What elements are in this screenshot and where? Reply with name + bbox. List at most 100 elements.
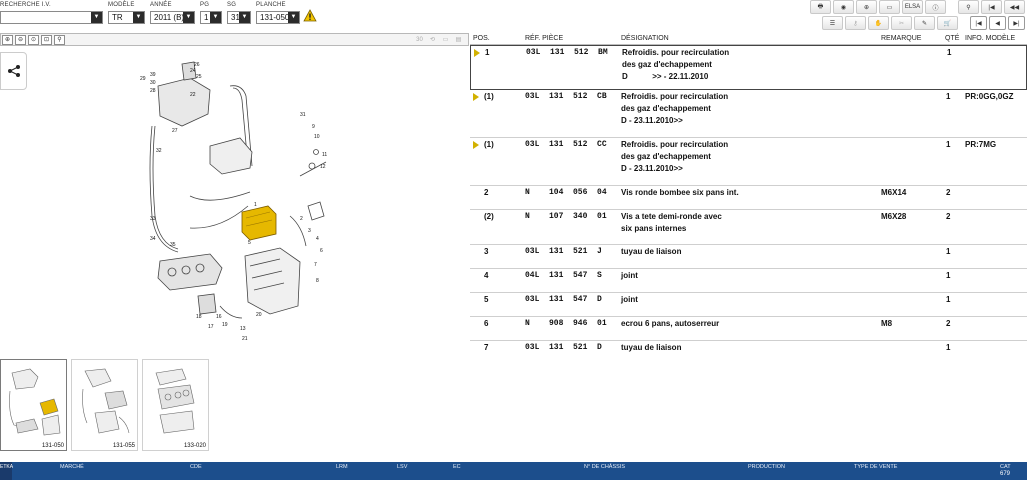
row-ref: 03L 131 512 BM — [526, 48, 608, 57]
expand-arrow-icon[interactable] — [474, 49, 480, 57]
col-remarque[interactable]: REMARQUE — [881, 33, 921, 45]
cart-button[interactable]: 🛒 — [937, 16, 958, 30]
previous-record-icon: ◀ — [995, 20, 1000, 27]
chevron-down-icon[interactable]: ▼ — [183, 12, 194, 23]
thumbnail-131-055[interactable]: 131-055 — [71, 359, 138, 451]
pin-icon: ⚲ — [966, 4, 971, 11]
zoom-in-icon[interactable]: ⊕ — [2, 35, 13, 45]
thumbnail-131-050[interactable]: 131-050 — [0, 359, 67, 451]
row-pos: 4 — [484, 271, 489, 280]
annee-dropdown[interactable]: 2011 (B) ▼ — [150, 11, 195, 24]
sg-selector[interactable]: SG 31 ▼ — [227, 2, 251, 24]
cart-icon: 🛒 — [943, 20, 952, 27]
annee-label: ANNÉE — [150, 2, 172, 8]
svg-text:34: 34 — [150, 236, 156, 242]
zoom-out-icon[interactable]: ⊖ — [15, 35, 26, 45]
parts-table-header: POS. RÉF. PIÈCE DÉSIGNATION REMARQUE QTÉ… — [470, 33, 1027, 45]
row-ref: N 908 946 01 — [525, 319, 607, 328]
svg-text:10: 10 — [314, 134, 320, 140]
row-designation-line: Vis ronde bombee six pans int. — [621, 188, 739, 197]
table-row[interactable]: 2 N 104 056 04 Vis ronde bombee six pans i… — [470, 186, 1027, 210]
planche-dropdown[interactable]: 131-050 ▼ — [256, 11, 300, 24]
car-button[interactable]: ▭ — [879, 0, 900, 14]
row-qte: 1 — [946, 92, 951, 101]
modele-dropdown[interactable]: TR ▼ — [108, 11, 145, 24]
row-pos: 7 — [484, 343, 489, 352]
svg-text:39: 39 — [150, 72, 156, 78]
list-button[interactable]: ☰ — [822, 16, 843, 30]
camera-button[interactable]: ◉ — [833, 0, 854, 14]
row-ref: 03L 131 521 J — [525, 247, 602, 256]
table-row[interactable]: (1) 03L 131 512 CC Refroidis. pour recircu… — [470, 138, 1027, 186]
chevron-down-icon[interactable]: ▼ — [288, 12, 299, 23]
search-icon[interactable]: ⚲ — [54, 35, 65, 45]
pg-dropdown[interactable]: 1 ▼ — [200, 11, 222, 24]
print-button[interactable]: 🖶 — [810, 0, 831, 14]
zoom-fit-icon[interactable]: ⊙ — [28, 35, 39, 45]
table-row[interactable]: 7 03L 131 521 D tuyau de liaison 1 — [470, 341, 1027, 357]
recherche-selector[interactable]: RECHERCHE I.V. ▼ — [0, 2, 103, 24]
status-label: TYPE DE VENTE — [854, 464, 898, 470]
zoom-area-icon[interactable]: ⊡ — [41, 35, 52, 45]
annee-selector[interactable]: ANNÉE 2011 (B) ▼ — [150, 2, 195, 24]
cart-add-icon: ⊕ — [863, 4, 870, 11]
rotate-icon[interactable]: ⟲ — [427, 35, 438, 45]
row-ref: 03L 131 547 D — [525, 295, 602, 304]
row-qte: 1 — [946, 295, 951, 304]
col-qte[interactable]: QTÉ — [945, 33, 959, 45]
svg-text:35: 35 — [170, 242, 176, 248]
car-icon: ▭ — [886, 4, 893, 11]
row-qte: 1 — [947, 48, 952, 57]
chevron-down-icon[interactable]: ▼ — [239, 12, 250, 23]
modele-selector[interactable]: MODÈLE TR ▼ — [108, 2, 145, 24]
planche-selector[interactable]: PLANCHE 131-050 ▼ — [256, 2, 300, 24]
first-page-button[interactable]: |◀ — [981, 0, 1002, 14]
table-row[interactable]: 5 03L 131 547 D joint 1 — [470, 293, 1027, 317]
table-row[interactable]: (1) 03L 131 512 CB Refroidis. pour recircu… — [470, 90, 1027, 138]
info-button[interactable]: ⓘ — [925, 0, 946, 14]
col-info[interactable]: INFO. MODÈLE — [965, 33, 1015, 45]
col-pos[interactable]: POS. — [473, 33, 490, 45]
chevron-down-icon[interactable]: ▼ — [133, 12, 144, 23]
table-row[interactable]: (2) N 107 340 01 Vis a tete demi-ronde ave… — [470, 210, 1027, 245]
elsa-button[interactable]: ELSA — [902, 0, 923, 14]
pin-button[interactable]: ⚲ — [958, 0, 979, 14]
svg-text:9: 9 — [312, 124, 315, 130]
share-button[interactable] — [0, 52, 27, 90]
table-row[interactable]: 1 03L 131 512 BM Refroidis. pour recircula… — [470, 45, 1027, 90]
exploded-parts-diagram[interactable]: 39293028 26242522 27323334 35 512 3467 83… — [130, 56, 340, 346]
hand-button[interactable]: ✋ — [868, 16, 889, 30]
chevron-down-icon[interactable]: ▼ — [210, 12, 221, 23]
expand-arrow-icon[interactable] — [473, 141, 479, 149]
row-qte: 1 — [946, 343, 951, 352]
svg-text:3: 3 — [308, 228, 311, 234]
cart-add-button[interactable]: ⊕ — [856, 0, 877, 14]
chevron-down-icon[interactable]: ▼ — [91, 12, 102, 23]
print-drawing-icon[interactable]: ▤ — [453, 35, 464, 45]
key-button[interactable]: ⚷ — [845, 16, 866, 30]
table-row[interactable]: 4 04L 131 547 S joint 1 — [470, 269, 1027, 293]
pg-selector[interactable]: PG 1 ▼ — [200, 2, 222, 24]
svg-text:25: 25 — [196, 74, 202, 80]
table-row[interactable]: 6 N 908 946 01 ecrou 6 pans, autoserreur M8… — [470, 317, 1027, 341]
svg-text:19: 19 — [222, 322, 228, 328]
previous-page-button[interactable]: ◀◀ — [1004, 0, 1025, 14]
expand-arrow-icon[interactable] — [473, 93, 479, 101]
next-record-icon: ▶| — [1013, 20, 1020, 27]
previous-record-button[interactable]: ◀ — [989, 16, 1006, 30]
thumbnail-133-020[interactable]: 133-020 — [142, 359, 209, 451]
fit-page-icon[interactable]: ▭ — [440, 35, 451, 45]
notes-button[interactable]: ✎ — [914, 16, 935, 30]
warning-icon[interactable] — [303, 9, 317, 22]
tools-button[interactable]: ✂ — [891, 16, 912, 30]
recherche-input[interactable]: ▼ — [0, 11, 103, 24]
zoom-counter: 30 — [416, 37, 423, 43]
sg-dropdown[interactable]: 31 ▼ — [227, 11, 251, 24]
first-record-button[interactable]: |◀ — [970, 16, 987, 30]
col-designation[interactable]: DÉSIGNATION — [621, 33, 669, 45]
svg-text:16: 16 — [216, 314, 222, 320]
next-record-button[interactable]: ▶| — [1008, 16, 1025, 30]
col-ref[interactable]: RÉF. PIÈCE — [525, 33, 563, 45]
table-row[interactable]: 3 03L 131 521 J tuyau de liaison 1 — [470, 245, 1027, 269]
row-designation-line: D >> - 22.11.2010 — [622, 72, 709, 81]
